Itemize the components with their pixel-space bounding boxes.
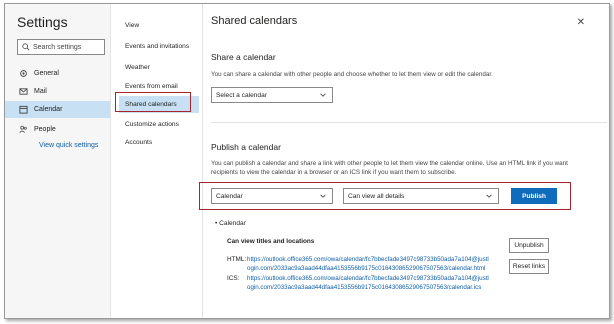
select-calendar-value: Select a calendar (216, 91, 267, 99)
subnav-item-weather[interactable]: Weather (119, 59, 199, 76)
unpublish-button[interactable]: Unpublish (509, 238, 549, 253)
sidebar-item-general[interactable]: General (5, 65, 110, 82)
settings-title: Settings (17, 14, 68, 30)
divider (211, 122, 607, 123)
sidebar-item-label: General (34, 70, 59, 77)
chevron-down-icon (320, 93, 326, 97)
subnav-item-customize-actions[interactable]: Customize actions (119, 116, 199, 133)
sidebar-item-label: People (34, 126, 56, 133)
main-panel: Shared calendars ✕ Share a calendar You … (203, 4, 609, 318)
sidebar-item-label: Mail (34, 88, 47, 95)
gear-icon (20, 70, 27, 77)
shared-calendars-highlight (115, 92, 191, 112)
select-calendar-dropdown[interactable]: Select a calendar (211, 87, 333, 103)
share-heading: Share a calendar (211, 52, 276, 62)
subnav-item-accounts[interactable]: Accounts (119, 134, 199, 151)
reset-links-button[interactable]: Reset links (509, 259, 549, 274)
view-quick-settings-link[interactable]: View quick settings (39, 142, 98, 149)
calendar-subnav: View Events and invitations Weather Even… (111, 4, 203, 318)
close-icon[interactable]: ✕ (577, 17, 585, 28)
search-settings-input[interactable]: Search settings (17, 39, 105, 55)
ics-link[interactable]: https://outlook.office365.com/owa/calend… (247, 274, 492, 292)
published-calendar-name: • Calendar (215, 220, 246, 227)
sidebar-item-label: Calendar (34, 106, 63, 113)
calendar-icon (19, 105, 28, 114)
share-description: You can share a calendar with other peop… (211, 71, 493, 78)
html-label: HTML: (227, 256, 247, 263)
search-icon (22, 43, 30, 51)
publish-heading: Publish a calendar (211, 142, 281, 152)
sidebar-item-mail[interactable]: Mail (5, 83, 110, 100)
settings-dialog: Settings Search settings General Mail Ca… (4, 3, 610, 319)
published-permission: Can view titles and locations (227, 238, 315, 245)
search-placeholder: Search settings (33, 43, 82, 51)
page-title: Shared calendars (211, 15, 298, 27)
publish-controls-highlight (199, 182, 571, 210)
mail-icon (19, 88, 28, 95)
ics-label: ICS: (227, 275, 240, 282)
people-icon (19, 125, 27, 133)
sidebar-item-calendar[interactable]: Calendar (5, 101, 110, 118)
subnav-item-events-invitations[interactable]: Events and invitations (119, 38, 199, 55)
html-link[interactable]: https://outlook.office365.com/owa/calend… (247, 255, 492, 273)
sidebar-item-people[interactable]: People (5, 121, 110, 138)
settings-sidebar: Settings Search settings General Mail Ca… (5, 4, 111, 318)
subnav-item-view[interactable]: View (119, 17, 199, 34)
publish-description: You can publish a calendar and share a l… (211, 160, 568, 176)
